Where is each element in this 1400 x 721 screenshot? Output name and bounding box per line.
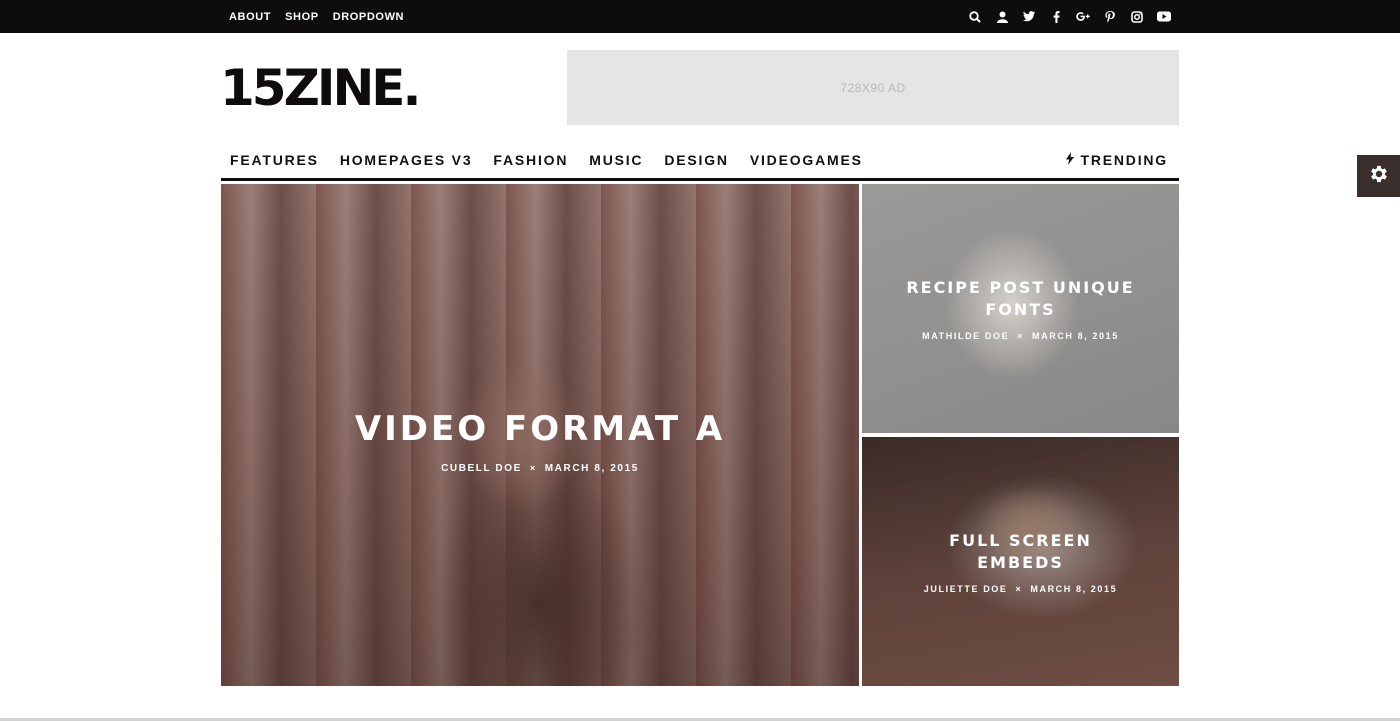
top-bar: ABOUT SHOP DROPDOWN [0,0,1400,33]
main-nav: FEATURES HOMEPAGES V3 FASHION MUSIC DESI… [221,143,1179,181]
post-author[interactable]: MATHILDE DOE [922,331,1009,341]
youtube-icon[interactable] [1157,10,1171,24]
post-title[interactable]: VIDEO FORMAT A [355,409,725,449]
social-icons [968,0,1171,33]
post-date: MARCH 8, 2015 [1032,330,1119,341]
nav-item-homepages-v3[interactable]: HOMEPAGES V3 [340,152,473,168]
trending-label: TRENDING [1080,152,1168,168]
instagram-icon[interactable] [1130,10,1144,24]
meta-separator: × [1017,330,1025,341]
trending-button[interactable]: TRENDING [1066,143,1168,177]
featured-post-video-format-a[interactable]: VIDEO FORMAT A CUBELL DOE × MARCH 8, 201… [221,184,859,686]
pinterest-icon[interactable] [1103,10,1117,24]
twitter-icon[interactable] [1022,10,1036,24]
top-links: ABOUT SHOP DROPDOWN [229,0,404,33]
settings-toggle[interactable] [1357,155,1400,197]
post-title[interactable]: FULL SCREEN EMBEDS [862,530,1179,574]
bolt-icon [1066,152,1075,168]
post-title[interactable]: RECIPE POST UNIQUE FONTS [862,277,1179,321]
post-author[interactable]: CUBELL DOE [441,463,522,474]
google-plus-icon[interactable] [1076,10,1090,24]
post-meta: CUBELL DOE × MARCH 8, 2015 [441,463,639,474]
top-link-shop[interactable]: SHOP [285,11,319,23]
user-icon[interactable] [995,10,1009,24]
nav-items: FEATURES HOMEPAGES V3 FASHION MUSIC DESI… [230,143,863,177]
nav-item-design[interactable]: DESIGN [664,152,728,168]
post-date: MARCH 8, 2015 [1030,583,1118,594]
featured-post-recipe[interactable]: RECIPE POST UNIQUE FONTS MATHILDE DOE × … [862,184,1179,433]
nav-item-fashion[interactable]: FASHION [493,152,568,168]
search-icon[interactable] [968,10,982,24]
nav-item-videogames[interactable]: VIDEOGAMES [750,152,863,168]
facebook-icon[interactable] [1049,10,1063,24]
site-logo[interactable]: 15ZINE. [220,62,421,114]
meta-separator: × [1015,583,1023,594]
featured-post-full-screen-embeds[interactable]: FULL SCREEN EMBEDS JULIETTE DOE × MARCH … [862,437,1179,686]
ad-banner[interactable]: 728X90 AD [567,50,1179,125]
nav-item-music[interactable]: MUSIC [589,152,643,168]
ad-label: 728X90 AD [840,80,906,95]
nav-item-features[interactable]: FEATURES [230,152,319,168]
top-link-dropdown[interactable]: DROPDOWN [333,11,404,23]
top-link-about[interactable]: ABOUT [229,11,271,23]
meta-separator: × [529,463,537,473]
post-meta: MATHILDE DOE × MARCH 8, 2015 [922,331,1119,341]
post-meta: JULIETTE DOE × MARCH 8, 2015 [924,584,1117,594]
gear-icon [1368,163,1390,190]
post-author[interactable]: JULIETTE DOE [924,584,1008,594]
post-date: MARCH 8, 2015 [544,462,639,474]
